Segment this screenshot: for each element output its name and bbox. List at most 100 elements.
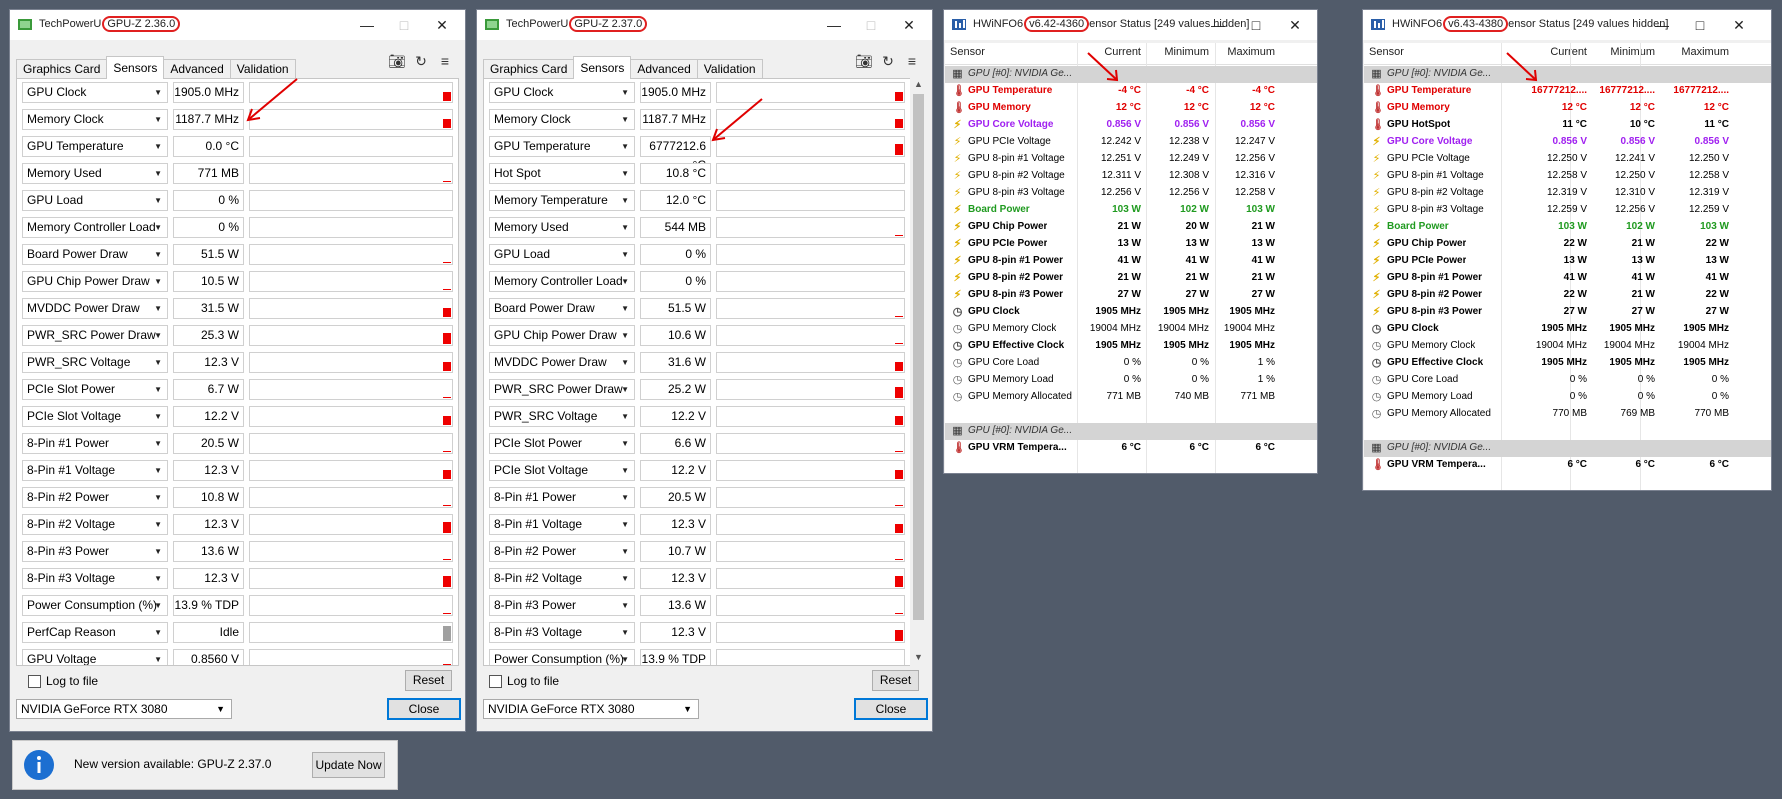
sensor-row[interactable]: 🌡︎ GPU VRM Tempera... 6 °C 6 °C 6 °C [1364, 457, 1771, 474]
sensor-row[interactable]: ⚡︎ GPU PCIe Voltage 12.242 V 12.238 V 12.247… [945, 134, 1317, 151]
hw2-titlebar[interactable]: HWiNFO6 v6.43-4380 ensor Status [249 value… [1363, 10, 1771, 40]
sensor-name-dropdown[interactable]: PWR_SRC Power Draw ▼ [22, 325, 168, 346]
sensor-name-dropdown[interactable]: 8-Pin #3 Voltage ▼ [489, 622, 635, 643]
col-header[interactable]: Current [1550, 46, 1587, 58]
sensor-row[interactable]: ⚡︎ GPU Core Voltage 0.856 V 0.856 V 0.856 V [1364, 134, 1771, 151]
sensor-name-dropdown[interactable]: 8-Pin #2 Voltage ▼ [22, 514, 168, 535]
col-header[interactable]: Maximum [1681, 46, 1729, 58]
gpu-select[interactable]: NVIDIA GeForce RTX 3080 ▼ [16, 699, 232, 719]
sensor-name-dropdown[interactable]: PCIe Slot Power ▼ [22, 379, 168, 400]
sensor-group-row[interactable]: ▦ GPU [#0]: NVIDIA Ge... [1364, 66, 1771, 83]
close-button[interactable]: Close [387, 698, 461, 720]
sensor-name-dropdown[interactable]: PWR_SRC Voltage ▼ [22, 352, 168, 373]
close-window-button[interactable]: ✕ [1727, 15, 1751, 35]
sensor-row[interactable]: ◷ GPU Effective Clock 1905 MHz 1905 MHz 1905… [1364, 355, 1771, 372]
sensor-group-row[interactable]: ▦ GPU [#0]: NVIDIA Ge... [1364, 440, 1771, 457]
col-sensor[interactable]: Sensor [1369, 46, 1404, 58]
sensor-row[interactable]: 🌡︎ GPU VRM Tempera... 6 °C 6 °C 6 °C [945, 440, 1317, 457]
refresh-icon[interactable]: ↻ [876, 53, 900, 70]
sensor-row[interactable]: ◷ GPU Memory Clock 19004 MHz 19004 MHz 19004… [945, 321, 1317, 338]
sensor-row[interactable]: ⚡︎ GPU 8-pin #1 Power 41 W 41 W 41 W [945, 253, 1317, 270]
gpuz1-titlebar[interactable]: TechPowerU GPU-Z 2.36.0 ― □ ✕ [10, 10, 465, 40]
sensor-row[interactable]: ⚡︎ GPU PCIe Voltage 12.250 V 12.241 V 12.250… [1364, 151, 1771, 168]
sensor-name-dropdown[interactable]: GPU Temperature ▼ [489, 136, 635, 157]
sensor-name-dropdown[interactable]: PCIe Slot Voltage ▼ [489, 460, 635, 481]
sensor-name-dropdown[interactable]: 8-Pin #2 Power ▼ [489, 541, 635, 562]
menu-icon[interactable]: ≡ [433, 53, 457, 69]
sensor-name-dropdown[interactable]: 8-Pin #3 Voltage ▼ [22, 568, 168, 589]
sensor-row[interactable]: ◷ GPU Memory Load 0 % 0 % 1 % [945, 372, 1317, 389]
close-window-button[interactable]: ✕ [897, 15, 921, 35]
sensor-row[interactable]: ⚡︎ GPU Chip Power 21 W 20 W 21 W [945, 219, 1317, 236]
tab-graphics-card[interactable]: Graphics Card [16, 59, 108, 79]
sensor-row[interactable]: ◷ GPU Memory Load 0 % 0 % 0 % [1364, 389, 1771, 406]
scroll-down-icon[interactable]: ▼ [914, 652, 923, 662]
sensor-row[interactable]: ⚡︎ GPU 8-pin #3 Voltage 12.259 V 12.256 V 12… [1364, 202, 1771, 219]
sensor-row[interactable]: 🌡︎ GPU Temperature 16777212.... 16777212...… [1364, 83, 1771, 100]
scroll-thumb[interactable] [913, 94, 924, 620]
log-checkbox[interactable] [28, 675, 41, 689]
scroll-up-icon[interactable]: ▲ [914, 79, 923, 89]
sensor-name-dropdown[interactable]: 8-Pin #3 Power ▼ [489, 595, 635, 616]
sensor-row[interactable]: ⚡︎ GPU Core Voltage 0.856 V 0.856 V 0.856 V [945, 117, 1317, 134]
sensor-name-dropdown[interactable]: Memory Clock ▼ [22, 109, 168, 130]
sensor-row[interactable]: ◷ GPU Memory Clock 19004 MHz 19004 MHz 19004… [1364, 338, 1771, 355]
minimize-button[interactable]: ― [1650, 15, 1674, 35]
sensor-name-dropdown[interactable]: GPU Load ▼ [489, 244, 635, 265]
sensor-row[interactable]: ⚡︎ GPU 8-pin #3 Power 27 W 27 W 27 W [1364, 304, 1771, 321]
sensor-group-row[interactable]: ▦ GPU [#0]: NVIDIA Ge... [945, 423, 1317, 440]
sensor-row[interactable]: 🌡︎ GPU Memory 12 °C 12 °C 12 °C [945, 100, 1317, 117]
gpuz2-titlebar[interactable]: TechPowerU GPU-Z 2.37.0 ― □ ✕ [477, 10, 932, 40]
hw1-titlebar[interactable]: HWiNFO6 v6.42-4360 ensor Status [249 value… [944, 10, 1317, 40]
sensor-name-dropdown[interactable]: 8-Pin #1 Power ▼ [489, 487, 635, 508]
reset-button[interactable]: Reset [405, 670, 452, 691]
sensor-name-dropdown[interactable]: Memory Clock ▼ [489, 109, 635, 130]
refresh-icon[interactable]: ↻ [409, 53, 433, 70]
sensor-name-dropdown[interactable]: GPU Chip Power Draw ▼ [22, 271, 168, 292]
sensor-row[interactable]: ◷ GPU Memory Allocated 771 MB 740 MB 771 MB [945, 389, 1317, 406]
sensor-name-dropdown[interactable]: 8-Pin #3 Power ▼ [22, 541, 168, 562]
sensor-row[interactable]: 🌡︎ GPU HotSpot 11 °C 10 °C 11 °C [1364, 117, 1771, 134]
sensor-name-dropdown[interactable]: 8-Pin #1 Voltage ▼ [489, 514, 635, 535]
maximize-button[interactable]: □ [1244, 15, 1268, 35]
sensor-row[interactable]: 🌡︎ GPU Memory 12 °C 12 °C 12 °C [1364, 100, 1771, 117]
minimize-button[interactable]: ― [355, 15, 379, 35]
sensor-row[interactable]: ⚡︎ GPU 8-pin #3 Voltage 12.256 V 12.256 V 12… [945, 185, 1317, 202]
sensor-name-dropdown[interactable]: PWR_SRC Power Draw ▼ [489, 379, 635, 400]
tab-validation[interactable]: Validation [696, 59, 763, 79]
sensor-name-dropdown[interactable]: 8-Pin #2 Power ▼ [22, 487, 168, 508]
sensor-name-dropdown[interactable]: GPU Clock ▼ [22, 82, 168, 103]
sensor-name-dropdown[interactable]: Memory Controller Load ▼ [22, 217, 168, 238]
close-window-button[interactable]: ✕ [1283, 15, 1307, 35]
log-checkbox[interactable] [489, 675, 502, 689]
sensor-name-dropdown[interactable]: GPU Load ▼ [22, 190, 168, 211]
sensor-name-dropdown[interactable]: 8-Pin #2 Voltage ▼ [489, 568, 635, 589]
minimize-button[interactable]: ― [1206, 15, 1230, 35]
sensor-row[interactable]: ◷ GPU Effective Clock 1905 MHz 1905 MHz 1905… [945, 338, 1317, 355]
sensor-row[interactable]: ◷ GPU Core Load 0 % 0 % 1 % [945, 355, 1317, 372]
sensor-name-dropdown[interactable]: GPU Temperature ▼ [22, 136, 168, 157]
tab-advanced[interactable]: Advanced [630, 59, 698, 79]
sensor-name-dropdown[interactable]: Power Consumption (%) ▼ [22, 595, 168, 616]
sensor-name-dropdown[interactable]: GPU Chip Power Draw ▼ [489, 325, 635, 346]
sensor-row[interactable]: ⚡︎ GPU 8-pin #1 Voltage 12.251 V 12.249 V 12… [945, 151, 1317, 168]
sensor-name-dropdown[interactable]: PCIe Slot Voltage ▼ [22, 406, 168, 427]
sensor-row[interactable]: ⚡︎ GPU 8-pin #2 Power 21 W 21 W 21 W [945, 270, 1317, 287]
sensor-row[interactable]: 🌡︎ GPU Temperature -4 °C -4 °C -4 °C [945, 83, 1317, 100]
sensor-name-dropdown[interactable]: GPU Clock ▼ [489, 82, 635, 103]
camera-icon[interactable]: 📷︎ [385, 53, 409, 70]
sensor-row[interactable]: ⚡︎ GPU 8-pin #2 Power 22 W 21 W 22 W [1364, 287, 1771, 304]
sensor-name-dropdown[interactable]: GPU Voltage ▼ [22, 649, 168, 665]
sensor-name-dropdown[interactable]: PerfCap Reason ▼ [22, 622, 168, 643]
sensor-name-dropdown[interactable]: Hot Spot ▼ [489, 163, 635, 184]
close-window-button[interactable]: ✕ [430, 15, 454, 35]
sensor-row[interactable]: ⚡︎ GPU 8-pin #2 Voltage 12.319 V 12.310 V 12… [1364, 185, 1771, 202]
col-header[interactable]: Maximum [1227, 46, 1275, 58]
col-header[interactable]: Minimum [1610, 46, 1655, 58]
sensor-group-row[interactable]: ▦ GPU [#0]: NVIDIA Ge... [945, 66, 1317, 83]
minimize-button[interactable]: ― [822, 15, 846, 35]
sensor-row[interactable]: ⚡︎ GPU PCIe Power 13 W 13 W 13 W [1364, 253, 1771, 270]
log-to-file[interactable]: Log to file [28, 674, 98, 694]
sensor-name-dropdown[interactable]: MVDDC Power Draw ▼ [489, 352, 635, 373]
sensor-row[interactable]: ◷ GPU Clock 1905 MHz 1905 MHz 1905 MHz [945, 304, 1317, 321]
